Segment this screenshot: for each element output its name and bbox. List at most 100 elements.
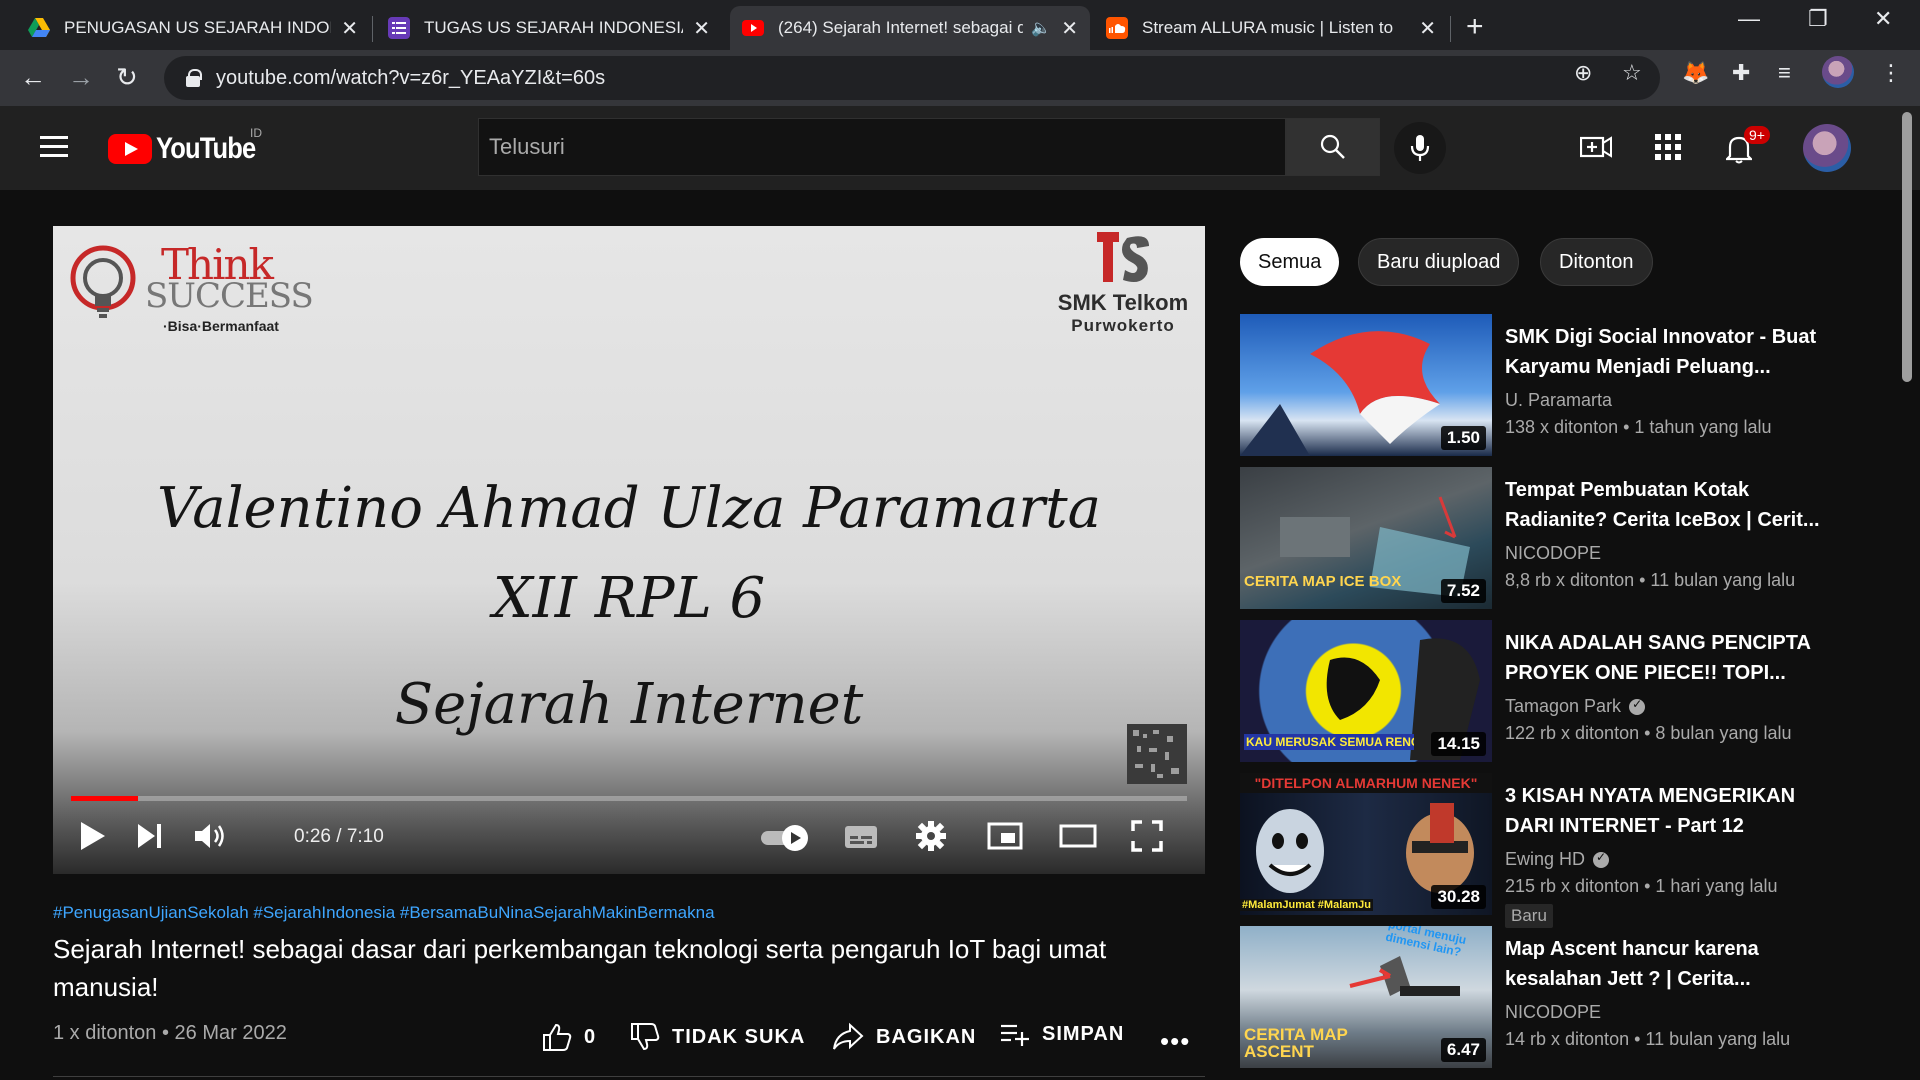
think-success-logo: Think SUCCESS ·Bisa·Bermanfaat [69,240,314,340]
google-drive-icon [28,17,50,39]
voice-search-button[interactable] [1394,122,1446,174]
recommended-video-2[interactable]: CERITA MAP ICE BOX 7.52 Tempat Pembuatan… [1240,467,1880,609]
verified-check-icon [1629,697,1646,715]
thumbnail-caption: CERITA MAP ASCENT [1244,1025,1348,1061]
video-thumbnail[interactable]: "DITELPON ALMARHUM NENEK" #MalamJumat #M… [1240,773,1492,915]
tab-separator [372,16,373,42]
browser-tab-3-active[interactable]: (264) Sejarah Internet! sebagai dasar 🔈 … [730,6,1090,50]
channel-name-text: Ewing HD [1505,849,1586,869]
chip-recently-uploaded[interactable]: Baru diupload [1358,238,1520,286]
recommended-video-1[interactable]: 1.50 SMK Digi Social Innovator - Buat Ka… [1240,314,1880,456]
qr-code-icon [1127,724,1187,784]
video-progress-bar[interactable] [71,796,1187,801]
tab-close-icon[interactable]: ✕ [1419,16,1436,41]
channel-name[interactable]: NICODOPE [1505,543,1601,564]
video-hashtags[interactable]: #PenugasanUjianSekolah #SejarahIndonesia… [53,903,715,923]
recommended-title[interactable]: SMK Digi Social Innovator - Buat Karyamu… [1505,322,1835,382]
tab-title: TUGAS US SEJARAH INDONESIA [424,18,684,37]
share-arrow-icon [833,1022,864,1050]
close-window-icon[interactable]: ✕ [1874,6,1892,32]
search-box[interactable] [478,118,1286,176]
restore-icon[interactable]: ❐ [1808,6,1828,32]
forward-arrow-icon[interactable]: → [68,62,94,93]
url-text[interactable]: youtube.com/watch?v=z6r_YEAaYZI&t=60s [216,67,605,90]
channel-name-text: NICODOPE [1505,543,1602,563]
autoplay-toggle[interactable] [759,824,813,857]
media-queue-icon[interactable]: ≡ [1778,60,1791,86]
page-scrollbar[interactable] [1902,112,1912,382]
menu-hamburger-icon[interactable] [40,136,68,158]
search-input[interactable] [489,134,1089,160]
save-playlist-icon [1001,1024,1029,1046]
channel-name[interactable]: Ewing HD [1505,849,1610,870]
tab-close-icon[interactable]: ✕ [341,16,358,41]
browser-tab-2[interactable]: TUGAS US SEJARAH INDONESIA ✕ [376,6,722,50]
next-video-icon[interactable] [135,820,165,857]
subtitles-icon[interactable] [843,820,879,857]
overlay-student-name: Valentino Ahmad Ulza Paramarta [156,476,1102,541]
extensions-puzzle-icon[interactable]: ✚ [1732,60,1750,86]
recommended-video-4[interactable]: "DITELPON ALMARHUM NENEK" #MalamJumat #M… [1240,773,1880,928]
new-tab-plus-icon[interactable]: + [1466,10,1484,44]
bookmark-star-icon[interactable]: ☆ [1622,60,1642,86]
minimize-icon[interactable]: — [1738,6,1760,32]
save-label: SIMPAN [1042,1022,1125,1045]
like-button[interactable]: 0 [542,1022,596,1052]
browser-tab-4[interactable]: Stream ALLURA music | Listen to ✕ [1094,6,1448,50]
browser-tab-1[interactable]: PENUGASAN US SEJARAH INDONESIA ✕ [16,6,370,50]
video-thumbnail[interactable]: KAU MERUSAK SEMUA RENCANA 14.15 [1240,620,1492,762]
more-actions-icon[interactable]: ••• [1160,1026,1190,1057]
reload-icon[interactable]: ↻ [116,62,138,93]
browser-toolbar: ← → ↻ youtube.com/watch?v=z6r_YEAaYZI&t=… [0,50,1920,106]
profile-avatar[interactable] [1822,56,1854,88]
volume-icon[interactable] [193,820,227,857]
recommended-title[interactable]: Tempat Pembuatan Kotak Radianite? Cerita… [1505,475,1835,535]
address-bar[interactable]: youtube.com/watch?v=z6r_YEAaYZI&t=60s [164,56,1660,100]
video-stats: 14 rb x ditonton • 11 bulan yang lalu [1505,1029,1791,1049]
recommended-title[interactable]: Map Ascent hancur karena kesalahan Jett … [1505,934,1835,994]
install-app-icon[interactable]: ⊕ [1574,60,1592,86]
chip-all[interactable]: Semua [1240,238,1340,286]
save-button[interactable]: SIMPAN [1000,1022,1124,1046]
chip-watched[interactable]: Ditonton [1540,238,1653,286]
video-thumbnail[interactable]: portal menuju dimensi lain? CERITA MAP A… [1240,926,1492,1068]
dislike-label: TIDAK SUKA [672,1025,806,1048]
brand-line-1: SMK Telkom [1057,290,1189,315]
video-duration: 1.50 [1440,426,1486,450]
miniplayer-icon[interactable] [987,820,1023,857]
google-forms-icon [388,17,410,39]
like-count: 0 [584,1025,597,1048]
channel-name-text: NICODOPE [1505,1002,1602,1022]
speaker-icon[interactable]: 🔈 [1031,18,1051,38]
youtube-logo[interactable]: YouTube [108,132,273,166]
metamask-fox-icon[interactable]: 🦊 [1682,60,1709,86]
video-thumbnail[interactable]: CERITA MAP ICE BOX 7.52 [1240,467,1492,609]
create-video-icon[interactable] [1579,134,1612,165]
share-button[interactable]: BAGIKAN [832,1022,976,1052]
soundcloud-icon [1106,17,1128,39]
theater-mode-icon[interactable] [1059,820,1097,857]
search-button[interactable] [1286,118,1380,176]
recommended-video-5[interactable]: portal menuju dimensi lain? CERITA MAP A… [1240,926,1880,1068]
play-icon[interactable] [77,820,107,857]
account-avatar[interactable] [1803,124,1851,172]
browser-menu-icon[interactable]: ⋮ [1880,60,1902,86]
video-player[interactable]: Think SUCCESS ·Bisa·Bermanfaat SMK Telko… [53,226,1205,874]
tab-close-icon[interactable]: ✕ [693,16,710,41]
recommended-title[interactable]: NIKA ADALAH SANG PENCIPTA PROYEK ONE PIE… [1505,628,1835,688]
fullscreen-icon[interactable] [1131,820,1163,857]
lock-icon[interactable] [186,69,202,87]
video-time: 0:26 / 7:10 [294,826,384,847]
recommended-title[interactable]: 3 KISAH NYATA MENGERIKAN DARI INTERNET -… [1505,781,1835,841]
channel-name[interactable]: NICODOPE [1505,1002,1601,1023]
apps-grid-icon[interactable] [1655,134,1681,165]
browser-tab-strip: PENUGASAN US SEJARAH INDONESIA ✕ TUGAS U… [0,0,1920,50]
back-arrow-icon[interactable]: ← [20,62,46,93]
settings-gear-icon[interactable] [915,820,947,857]
channel-name[interactable]: Tamagon Park [1505,696,1646,717]
channel-name[interactable]: U. Paramarta [1505,390,1612,411]
dislike-button[interactable]: TIDAK SUKA [630,1022,805,1052]
recommended-video-3[interactable]: KAU MERUSAK SEMUA RENCANA 14.15 NIKA ADA… [1240,620,1880,762]
tab-close-icon[interactable]: ✕ [1061,16,1078,41]
video-thumbnail[interactable]: 1.50 [1240,314,1492,456]
